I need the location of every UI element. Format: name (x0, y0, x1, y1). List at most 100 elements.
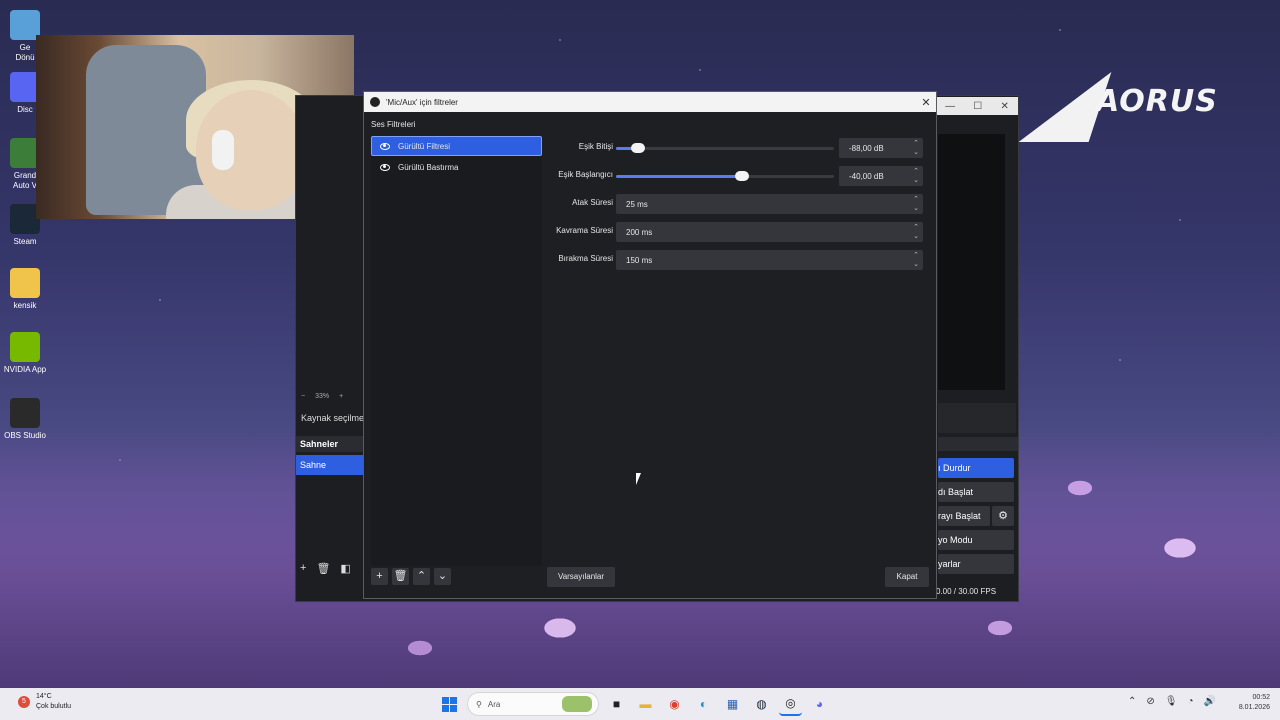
taskbar-apps: ⚲ Ara ■ ▬ ◉ ◐ ▦ ◍ ◎ ◕ (438, 692, 831, 716)
move-up-button[interactable]: ⌃ (413, 568, 430, 585)
settings-button[interactable]: yarlar (938, 554, 1014, 574)
nvidia-icon (10, 332, 40, 362)
desktop-icon[interactable]: kensik (2, 268, 48, 311)
microphone-icon[interactable]: 🎙 (1165, 696, 1178, 707)
desktop-icon-label: NVIDIA App (3, 365, 47, 374)
filter-icon[interactable]: ◧ (340, 562, 350, 576)
desktop-icon-label: OBS Studio (4, 431, 46, 440)
fps-readout: 0.00 / 30.00 FPS (936, 587, 997, 596)
filters-dialog: 'Mic/Aux' için filtreler ✕ Ses Filtreler… (363, 91, 937, 599)
scene-tools: + 🗑 ◧ (298, 562, 362, 576)
prop-close-threshold: Eşik Bitişi -88,00 dB ⌃ ⌄ (544, 138, 928, 158)
prop-release-time: Bırakma Süresi 150 ms ⌃ ⌄ (544, 250, 928, 270)
spin-arrows-icon[interactable]: ⌃ ⌄ (911, 139, 921, 157)
start-recording-button[interactable]: dı Başlat (938, 482, 1014, 502)
discord-icon[interactable]: ◕ (808, 692, 831, 716)
prop-attack-time: Atak Süresi 25 ms ⌃ ⌄ (544, 194, 928, 214)
desktop-icon[interactable]: NVIDIA App (2, 332, 48, 375)
hold-time-spinbox[interactable]: 200 ms ⌃ ⌄ (616, 222, 923, 242)
spin-value: -88,00 dB (849, 144, 884, 153)
volume-icon[interactable]: 🔊 (1204, 696, 1216, 707)
wifi-icon[interactable]: ◔ (1187, 696, 1193, 707)
system-tray: ⌃ ⊘ 🎙 ◔ 🔊 (1128, 696, 1216, 707)
trash-icon[interactable]: 🗑 (316, 562, 330, 576)
weather-temp: 14°C (36, 693, 52, 700)
network-off-icon[interactable]: ⊘ (1146, 696, 1154, 707)
search-placeholder: Ara (487, 699, 501, 709)
store-icon[interactable]: ▦ (721, 692, 744, 716)
gear-icon[interactable]: ⚙ (992, 506, 1014, 526)
remove-filter-button[interactable]: 🗑 (392, 568, 409, 585)
dialog-title: 'Mic/Aux' için filtreler (386, 97, 458, 107)
dialog-titlebar: 'Mic/Aux' için filtreler ✕ (364, 92, 936, 112)
close-threshold-spinbox[interactable]: -88,00 dB ⌃ ⌄ (839, 138, 923, 158)
prop-label: Atak Süresi (572, 198, 613, 207)
spin-value: 150 ms (626, 256, 653, 265)
file-explorer-icon[interactable]: ▬ (634, 692, 657, 716)
weather-widget[interactable]: 5 14°C Çok bulutlu (18, 692, 71, 712)
prop-label: Bırakma Süresi (558, 254, 613, 263)
chrome-icon[interactable]: ◉ (663, 692, 686, 716)
edge-icon[interactable]: ◐ (692, 692, 715, 716)
close-threshold-slider[interactable] (616, 143, 834, 153)
audio-filters-label: Ses Filtreleri (371, 120, 416, 129)
chevron-up-icon[interactable]: ⌃ (1128, 696, 1136, 707)
attack-time-spinbox[interactable]: 25 ms ⌃ ⌄ (616, 194, 923, 214)
zoom-out-button[interactable]: − (301, 393, 305, 400)
start-replay-button[interactable]: rayı Başlat (938, 506, 990, 526)
mouse-cursor-icon (636, 473, 641, 485)
controls-header (938, 437, 1018, 451)
filter-item-noise-suppression[interactable]: Gürültü Bastırma (371, 157, 542, 177)
weather-badge-icon: 5 (18, 696, 30, 708)
maximize-icon[interactable]: ☐ (973, 101, 982, 112)
add-filter-button[interactable]: + (371, 568, 388, 585)
close-icon[interactable]: ✕ (916, 96, 936, 109)
eye-icon[interactable] (380, 163, 390, 171)
desktop-icon-label: Steam (13, 237, 37, 246)
move-down-button[interactable]: ⌄ (434, 568, 451, 585)
filter-list: Gürültü Filtresi Gürültü Bastırma (371, 136, 542, 566)
eye-icon[interactable] (380, 142, 390, 150)
desktop-icon[interactable]: OBS Studio (2, 398, 48, 441)
weather-desc: Çok bulutlu (36, 703, 72, 710)
filter-item-noise-gate[interactable]: Gürültü Filtresi (371, 136, 542, 156)
slider-fill (616, 175, 743, 178)
zoom-in-button[interactable]: + (339, 393, 343, 400)
prop-label: Kavrama Süresi (556, 226, 613, 235)
obs-icon (10, 398, 40, 428)
clock[interactable]: 00:52 8.01.2026 (1234, 693, 1270, 713)
steam-icon[interactable]: ◍ (750, 692, 773, 716)
open-threshold-spinbox[interactable]: -40,00 dB ⌃ ⌄ (839, 166, 923, 186)
clock-date: 8.01.2026 (1238, 704, 1270, 711)
scenes-header: Sahneler (296, 436, 363, 452)
obs-preview (938, 134, 1005, 390)
filter-list-tools: + 🗑 ⌃ ⌄ (371, 568, 451, 585)
spin-arrows-icon[interactable]: ⌃ ⌄ (911, 167, 921, 185)
start-icon[interactable] (438, 692, 461, 716)
spin-arrows-icon[interactable]: ⌃ ⌄ (911, 251, 921, 269)
stop-stream-button[interactable]: ı Durdur (938, 458, 1014, 478)
open-threshold-slider[interactable] (616, 171, 834, 181)
search-input[interactable]: ⚲ Ara (467, 692, 599, 716)
studio-mode-button[interactable]: yo Modu (938, 530, 1014, 550)
prop-open-threshold: Eşik Başlangıcı -40,00 dB ⌃ ⌄ (544, 166, 928, 186)
spin-value: -40,00 dB (849, 172, 884, 181)
spin-arrows-icon[interactable]: ⌃ ⌄ (911, 195, 921, 213)
defaults-button[interactable]: Varsayılanlar (547, 567, 615, 587)
source-hint: Kaynak seçilme (301, 413, 363, 423)
minimize-icon[interactable]: — (945, 101, 955, 112)
prop-label: Eşik Başlangıcı (558, 170, 613, 179)
zoom-level: 33% (315, 392, 330, 400)
obs-logo-icon (370, 97, 380, 107)
scene-item[interactable]: Sahne (296, 455, 363, 475)
release-time-spinbox[interactable]: 150 ms ⌃ ⌄ (616, 250, 923, 270)
close-button[interactable]: Kapat (885, 567, 929, 587)
obs-icon[interactable]: ◎ (779, 692, 802, 716)
add-icon[interactable]: + (300, 562, 306, 576)
slider-knob[interactable] (735, 171, 750, 181)
headphones (212, 130, 234, 170)
spin-arrows-icon[interactable]: ⌃ ⌄ (911, 223, 921, 241)
close-icon[interactable]: ✕ (1000, 101, 1008, 112)
task-view-icon[interactable]: ■ (605, 692, 628, 716)
slider-knob[interactable] (630, 143, 645, 153)
